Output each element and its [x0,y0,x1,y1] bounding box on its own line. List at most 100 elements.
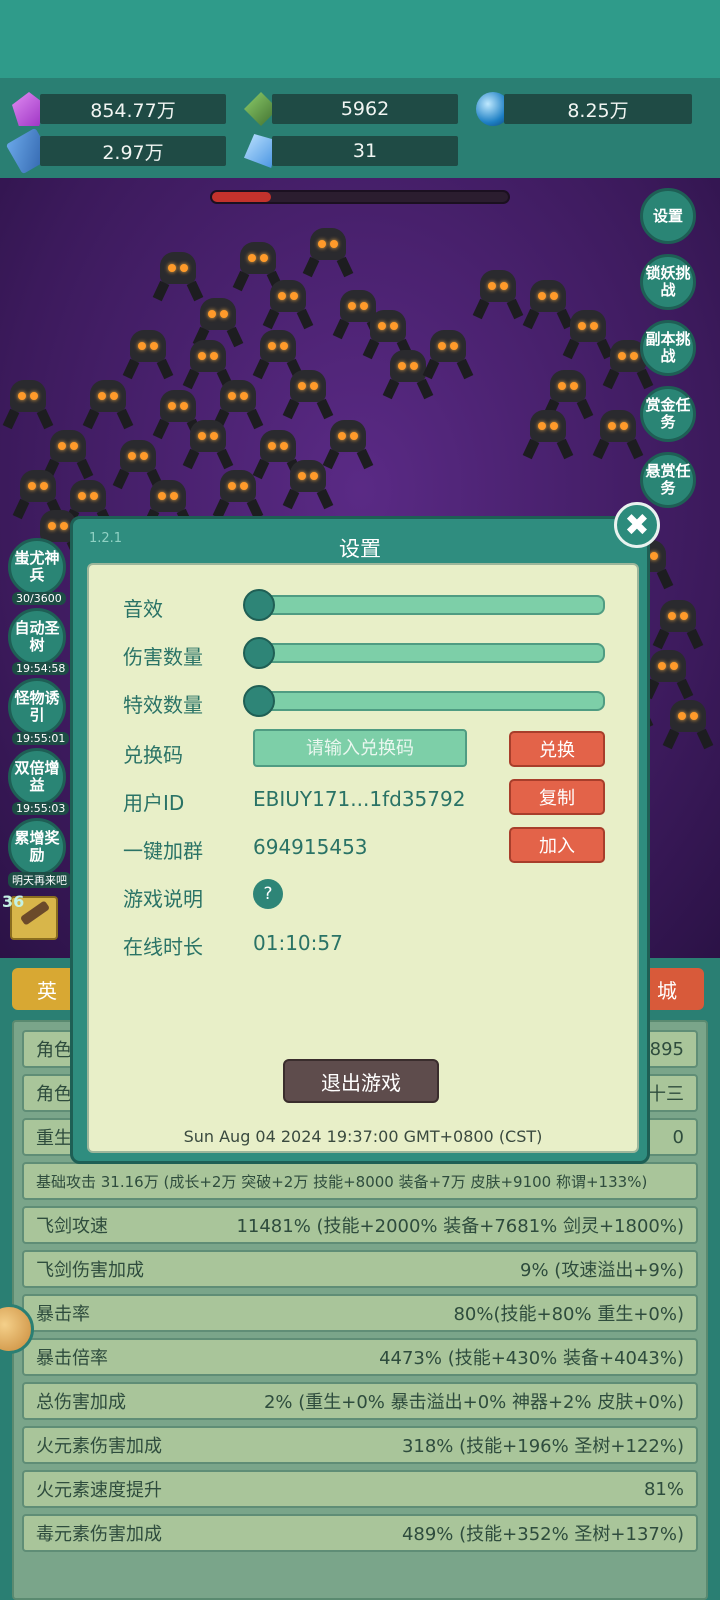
monster-sprite [470,268,526,320]
settings-modal: 1.2.1 设置 音效 伤害数量 特效数量 兑换码 兑换 用户ID EBIUY1… [70,516,650,1164]
boss-hp-bar [210,190,510,204]
boss-hp-fill [212,192,272,202]
book-count: 2.97万 [40,136,226,166]
modal-title: 设置 [339,537,381,561]
damage-count-slider[interactable] [243,637,605,669]
gem-count: 854.77万 [40,94,226,124]
damage-count-label: 伤害数量 [123,645,203,669]
stat-row: 飞剑伤害加成 9% (攻速溢出+9%) [22,1250,698,1288]
double-buff-timer: 19:55:03 [12,802,70,815]
stat-value: 80%(技能+80% 重生+0%) [453,1304,684,1325]
monster-sprite [660,698,716,750]
chiyou-weapon-progress: 30/3600 [12,592,66,605]
redeem-code-input[interactable] [253,729,467,767]
stat-label: 总伤害加成 [36,1392,126,1413]
monster-sprite [260,278,316,330]
online-time-label: 在线时长 [123,935,203,959]
settings-body: 音效 伤害数量 特效数量 兑换码 兑换 用户ID EBIUY171...1fd3… [87,563,639,1153]
jade-count: 5962 [272,94,458,124]
join-group-button[interactable]: 加入 [509,827,605,863]
stat-label: 基础攻击 31.16万 (成长+2万 突破+2万 技能+8000 装备+7万 皮… [36,1172,648,1191]
group-number: 694915453 [253,835,368,859]
effects-count-label: 特效数量 [123,693,203,717]
settings-button[interactable]: 设置 [640,188,696,244]
monster-sprite [150,250,206,302]
monster-sprite [420,328,476,380]
stat-value: 489% (技能+352% 圣树+137%) [401,1524,684,1545]
damage-count-slider-knob[interactable] [243,637,275,669]
user-id-value: EBIUY171...1fd35792 [253,787,466,811]
sound-slider-knob[interactable] [243,589,275,621]
help-icon[interactable]: ? [253,879,283,909]
stat-row: 基础攻击 31.16万 (成长+2万 突破+2万 技能+8000 装备+7万 皮… [22,1162,698,1200]
stat-label: 暴击率 [36,1304,90,1325]
stat-row: 暴击率 80%(技能+80% 重生+0%) [22,1294,698,1332]
stat-value: 0 [672,1126,684,1148]
stat-label: 暴击倍率 [36,1348,108,1369]
system-timestamp: Sun Aug 04 2024 19:37:00 GMT+0800 (CST) [183,1127,543,1146]
sound-label: 音效 [123,597,163,621]
stat-row: 火元素速度提升 81% [22,1470,698,1508]
status-strip [0,0,720,78]
monster-sprite [180,418,236,470]
sword-icon [19,900,51,926]
stat-value: 9% (攻速溢出+9%) [520,1260,684,1281]
stat-value: 81% [643,1478,684,1500]
effects-count-slider-knob[interactable] [243,685,275,717]
monster-sprite [300,226,356,278]
cumulative-reward-status: 明天再来吧 [8,872,71,888]
redeem-button[interactable]: 兑换 [509,731,605,767]
crystal-count: 31 [272,136,458,166]
copy-button[interactable]: 复制 [509,779,605,815]
chiyou-weapon-button[interactable]: 蚩尤神兵 [8,538,66,596]
stat-value: 4473% (技能+430% 装备+4043%) [379,1348,684,1369]
monster-sprite [80,378,136,430]
monster-sprite [280,368,336,420]
monster-lure-button[interactable]: 怪物诱引 [8,678,66,736]
monster-sprite [210,468,266,520]
monster-lure-timer: 19:55:01 [12,732,70,745]
stat-label: 火元素伤害加成 [36,1436,162,1457]
join-group-label: 一键加群 [123,839,203,863]
stat-label: 火元素速度提升 [36,1480,162,1501]
stat-label: 毒元素伤害加成 [36,1524,162,1545]
stat-label: 飞剑攻速 [36,1216,108,1237]
stat-value: 318% (技能+196% 圣树+122%) [401,1436,684,1457]
stat-value: 11481% (技能+2000% 装备+7681% 剑灵+1800%) [236,1216,684,1237]
monster-sprite [120,328,176,380]
stat-value: 895 [649,1038,684,1060]
stat-row: 暴击倍率 4473% (技能+430% 装备+4043%) [22,1338,698,1376]
auto-tree-timer: 19:54:58 [12,662,70,675]
stat-row: 总伤害加成 2% (重生+0% 暴击溢出+0% 神器+2% 皮肤+0%) [22,1382,698,1420]
stat-row: 飞剑攻速 11481% (技能+2000% 装备+7681% 剑灵+1800%) [22,1206,698,1244]
exit-game-button[interactable]: 退出游戏 [283,1059,439,1103]
stat-value: 2% (重生+0% 暴击溢出+0% 神器+2% 皮肤+0%) [263,1392,684,1413]
monster-sprite [650,598,706,650]
reward-task-button[interactable]: 悬赏任务 [640,452,696,508]
stat-label: 飞剑伤害加成 [36,1260,144,1281]
resource-panel: 854.77万 5962 8.25万 2.97万 31 [0,78,720,178]
sound-slider[interactable] [243,589,605,621]
monster-sprite [590,408,646,460]
double-buff-button[interactable]: 双倍增益 [8,748,66,806]
demon-lock-challenge-button[interactable]: 锁妖挑战 [640,254,696,310]
stat-row: 火元素伤害加成 318% (技能+196% 圣树+122%) [22,1426,698,1464]
auto-tree-button[interactable]: 自动圣树 [8,608,66,666]
level-badge: 36 [2,892,25,911]
user-id-label: 用户ID [123,791,185,815]
cumulative-reward-button[interactable]: 累增奖励 [8,818,66,876]
stat-label: 角色 [36,1084,72,1105]
close-icon[interactable]: ✖ [614,502,660,548]
game-guide-label: 游戏说明 [123,887,203,911]
monster-sprite [0,378,56,430]
stat-label: 重生 [36,1128,72,1149]
monster-sprite [280,458,336,510]
bounty-task-button[interactable]: 赏金任务 [640,386,696,442]
dungeon-challenge-button[interactable]: 副本挑战 [640,320,696,376]
effects-count-slider[interactable] [243,685,605,717]
orb-count: 8.25万 [504,94,692,124]
redeem-code-label: 兑换码 [123,743,183,767]
monster-sprite [520,408,576,460]
stat-label: 角色 [36,1040,72,1061]
stat-value: 十三 [648,1084,684,1105]
